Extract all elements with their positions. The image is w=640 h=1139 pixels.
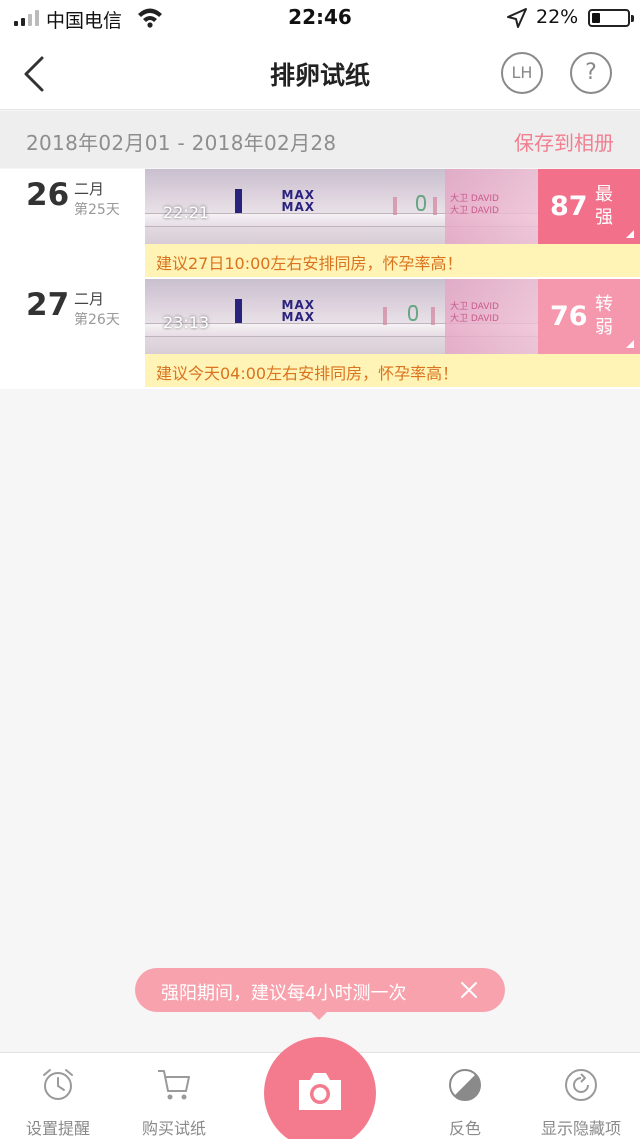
record-time: 22:21 [163, 203, 210, 222]
advice-text: 建议27日10:00左右安排同房，怀孕率高！ [156, 254, 463, 273]
buy-strips-button[interactable]: 购买试纸 [119, 1067, 229, 1138]
camera-icon [299, 1073, 341, 1110]
set-reminder-label: 设置提醒 [25, 1119, 90, 1138]
record-cycle-day: 第25天 [74, 202, 120, 218]
test-strip-photo[interactable]: MAX MAX 大卫 DAVID 大卫 DAVID 22:21 [145, 169, 538, 244]
advice-banner: 建议今天04:00左右安排同房，怀孕率高！ [145, 354, 640, 387]
refresh-circle-icon [565, 1069, 597, 1101]
app-screen: 中国电信 22:46 22% 排卵试纸 LH ? 2018年02月01 - 20… [0, 0, 640, 1139]
date-range-bar: 2018年02月01 - 2018年02月28 保存到相册 [0, 111, 640, 168]
tip-bubble: 强阳期间，建议每4小时测一次 [135, 968, 505, 1020]
invert-color-button[interactable]: 反色 [410, 1067, 520, 1138]
tip-text: 强阳期间，建议每4小时测一次 [161, 983, 407, 1004]
close-icon[interactable] [459, 980, 479, 1000]
battery-icon [588, 9, 634, 27]
save-to-album-button[interactable]: 保存到相册 [514, 127, 614, 156]
strip-max-marker: MAX MAX [235, 189, 315, 213]
battery-percent: 22% [536, 6, 579, 28]
date-range-label: 2018年02月01 - 2018年02月28 [26, 131, 337, 155]
record-day: 27 [26, 287, 70, 323]
advice-banner: 建议27日10:00左右安排同房，怀孕率高！ [145, 244, 640, 277]
lh-button[interactable]: LH [501, 52, 543, 94]
lh-score-value: 87 [550, 191, 588, 222]
camera-button[interactable] [264, 1037, 376, 1139]
record-time: 23:13 [163, 313, 210, 332]
test-record-item[interactable]: 26 二月 第25天 MAX MAX 大卫 DAVID 大卫 DAVID 22:… [0, 169, 640, 279]
test-record-item[interactable]: 27 二月 第26天 MAX MAX 大卫 DAVID 大卫 DAVID 23:… [0, 279, 640, 389]
set-reminder-button[interactable]: 设置提醒 [3, 1067, 113, 1138]
record-day: 26 [26, 177, 70, 213]
lh-score-level: 转弱 [595, 294, 613, 338]
shopping-cart-icon [158, 1070, 190, 1100]
location-arrow-icon [507, 8, 527, 28]
corner-triangle-icon [626, 230, 634, 238]
lh-score-badge[interactable]: 87 最强 [538, 169, 640, 244]
record-month: 二月 [74, 180, 105, 198]
invert-color-label: 反色 [448, 1119, 481, 1138]
record-month: 二月 [74, 290, 105, 308]
page-title: 排卵试纸 [269, 61, 370, 90]
show-hidden-button[interactable]: 显示隐藏项 [526, 1067, 636, 1138]
lh-score-level: 最强 [595, 184, 613, 228]
corner-triangle-icon [626, 340, 634, 348]
alarm-clock-icon [43, 1069, 73, 1100]
status-bar: 中国电信 22:46 22% [0, 0, 640, 36]
strip-max-marker: MAX MAX [235, 299, 315, 323]
nav-bar: 排卵试纸 LH ? [0, 36, 640, 110]
record-cycle-day: 第26天 [74, 312, 120, 328]
help-button[interactable]: ? [570, 52, 612, 94]
buy-strips-label: 购买试纸 [141, 1119, 206, 1138]
show-hidden-label: 显示隐藏项 [540, 1119, 621, 1138]
advice-text: 建议今天04:00左右安排同房，怀孕率高！ [156, 364, 459, 383]
invert-color-icon [449, 1069, 481, 1101]
lh-score-badge[interactable]: 76 转弱 [538, 279, 640, 354]
lh-score-value: 76 [550, 301, 588, 332]
test-strip-photo[interactable]: MAX MAX 大卫 DAVID 大卫 DAVID 23:13 [145, 279, 538, 354]
